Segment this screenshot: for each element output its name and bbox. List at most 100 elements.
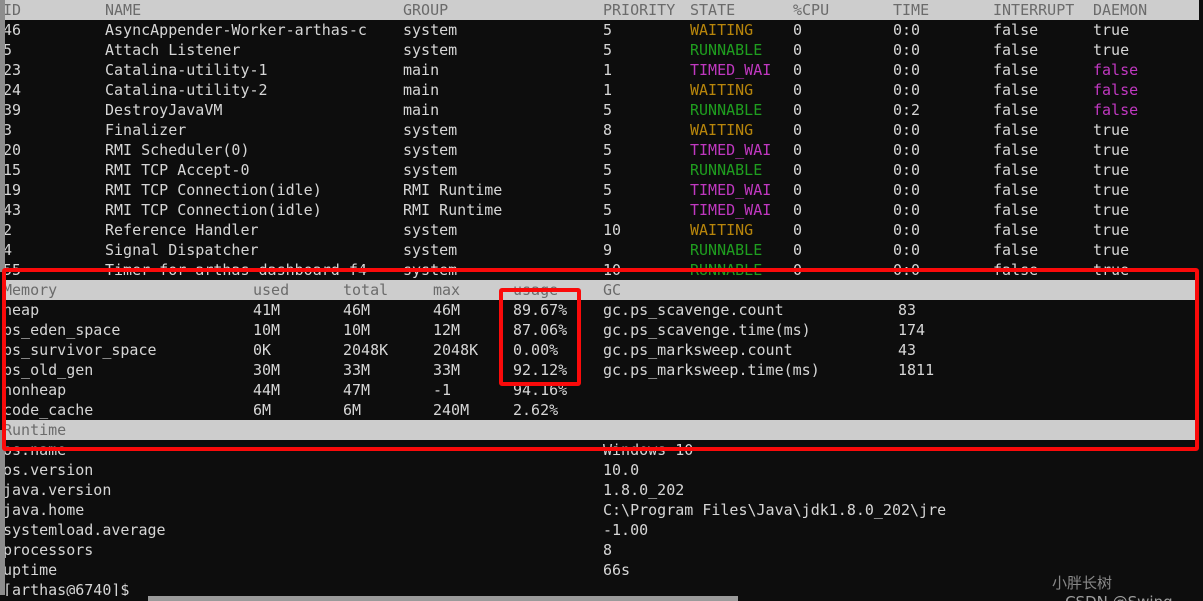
thread-daemon: true	[1093, 121, 1130, 139]
thread-daemon: true	[1093, 201, 1130, 219]
horizontal-scrollbar[interactable]	[0, 596, 1203, 601]
thread-id: 55	[3, 261, 22, 279]
memory-name: ps_survivor_space	[3, 341, 157, 359]
thread-interrupt: false	[993, 121, 1039, 139]
thread-cpu: 0	[793, 181, 803, 199]
thread-name: RMI Scheduler(0)	[105, 141, 250, 159]
thread-cpu: 0	[793, 101, 803, 119]
thread-state: TIMED_WAI	[690, 201, 772, 219]
memory-row: heap 41M 46M 46M 89.67% gc.ps_scavenge.count 8…	[0, 300, 1203, 320]
thread-time: 0:0	[893, 121, 921, 139]
thread-state: RUNNABLE	[690, 41, 763, 59]
thread-priority: 1	[603, 81, 613, 99]
thread-cpu: 0	[793, 201, 803, 219]
thread-cpu: 0	[793, 21, 803, 39]
thread-name: Catalina-utility-1	[105, 61, 268, 79]
thread-daemon: true	[1093, 161, 1130, 179]
memory-header-total: total	[343, 281, 389, 299]
memory-max: 33M	[433, 361, 461, 379]
runtime-value: Windows 10	[603, 441, 694, 459]
threads-header-group: GROUP	[403, 1, 449, 19]
thread-state: TIMED_WAI	[690, 61, 772, 79]
thread-interrupt: false	[993, 201, 1039, 219]
thread-state: TIMED_WAI	[690, 181, 772, 199]
threads-header-priority: PRIORITY	[603, 1, 676, 19]
runtime-name: os.name	[3, 441, 67, 459]
vertical-scrollbar-thumb[interactable]	[0, 0, 5, 272]
thread-id: 43	[3, 201, 22, 219]
thread-name: Attach Listener	[105, 41, 241, 59]
runtime-row: processors 8	[0, 540, 1203, 560]
thread-state: RUNNABLE	[690, 161, 763, 179]
memory-total: 10M	[343, 321, 371, 339]
thread-daemon: true	[1093, 261, 1130, 279]
runtime-name: java.version	[3, 481, 112, 499]
memory-row: code_cache 6M 6M 240M 2.62%	[0, 400, 1203, 420]
thread-daemon: true	[1093, 221, 1130, 239]
memory-max: 12M	[433, 321, 461, 339]
memory-max: 46M	[433, 301, 461, 319]
threads-header-id: ID	[3, 1, 22, 19]
thread-state: RUNNABLE	[690, 101, 763, 119]
thread-group: system	[403, 161, 458, 179]
horizontal-scrollbar-thumb[interactable]	[148, 596, 738, 601]
memory-row: nonheap 44M 47M -1 94.16%	[0, 380, 1203, 400]
memory-name: heap	[3, 301, 40, 319]
thread-time: 0:0	[893, 201, 921, 219]
memory-used: 6M	[253, 401, 272, 419]
thread-name: Catalina-utility-2	[105, 81, 268, 99]
thread-time: 0:0	[893, 181, 921, 199]
thread-interrupt: false	[993, 41, 1039, 59]
csdn-watermark: CSDN @Swing 小胖长树	[1046, 572, 1173, 601]
memory-name: code_cache	[3, 401, 94, 419]
thread-priority: 1	[603, 61, 613, 79]
thread-priority: 5	[603, 21, 613, 39]
thread-interrupt: false	[993, 161, 1039, 179]
thread-time: 0:0	[893, 61, 921, 79]
thread-row: 24 Catalina-utility-2 main 1 WAITING 0 0:0 fals…	[0, 80, 1203, 100]
runtime-name: java.home	[3, 501, 85, 519]
gc-name: gc.ps_marksweep.time(ms)	[603, 361, 820, 379]
vertical-scrollbar[interactable]	[0, 0, 5, 601]
thread-priority: 5	[603, 201, 613, 219]
thread-name: RMI TCP Connection(idle)	[105, 181, 322, 199]
memory-row: ps_old_gen 30M 33M 33M 92.12% gc.ps_marksweep…	[0, 360, 1203, 380]
thread-interrupt: false	[993, 21, 1039, 39]
thread-name: DestroyJavaVM	[105, 101, 223, 119]
thread-group: main	[403, 61, 440, 79]
thread-id: 46	[3, 21, 22, 39]
thread-interrupt: false	[993, 81, 1039, 99]
thread-state: RUNNABLE	[690, 261, 763, 279]
gc-value: 174	[898, 321, 926, 339]
thread-row: 5 Attach Listener system 5 RUNNABLE 0 0:0 false…	[0, 40, 1203, 60]
runtime-value: 8	[603, 541, 613, 559]
thread-priority: 5	[603, 181, 613, 199]
memory-name: ps_old_gen	[3, 361, 94, 379]
memory-usage: 0.00%	[513, 341, 559, 359]
thread-id: 24	[3, 81, 22, 99]
memory-total: 33M	[343, 361, 371, 379]
thread-group: RMI Runtime	[403, 181, 503, 199]
thread-daemon: false	[1093, 61, 1139, 79]
thread-time: 0:0	[893, 21, 921, 39]
runtime-row: systemload.average -1.00	[0, 520, 1203, 540]
thread-interrupt: false	[993, 181, 1039, 199]
thread-daemon: false	[1093, 81, 1139, 99]
vertical-scrollbar-thumb-lower[interactable]	[0, 430, 5, 595]
thread-cpu: 0	[793, 221, 803, 239]
memory-header-memory: Memory	[3, 281, 58, 299]
thread-name: RMI TCP Connection(idle)	[105, 201, 322, 219]
thread-group: system	[403, 141, 458, 159]
runtime-name: os.version	[3, 461, 94, 479]
right-edge-strip	[1199, 0, 1203, 601]
thread-priority: 9	[603, 241, 613, 259]
memory-name: nonheap	[3, 381, 67, 399]
thread-daemon: true	[1093, 41, 1130, 59]
thread-interrupt: false	[993, 101, 1039, 119]
memory-name: ps_eden_space	[3, 321, 121, 339]
terminal-output: ID NAME GROUP PRIORITY STATE %CPU TIME INTERRUP…	[0, 0, 1203, 601]
thread-group: RMI Runtime	[403, 201, 503, 219]
thread-name: Reference Handler	[105, 221, 259, 239]
arthas-dashboard-terminal[interactable]: ID NAME GROUP PRIORITY STATE %CPU TIME INTERRUP…	[0, 0, 1203, 601]
thread-cpu: 0	[793, 61, 803, 79]
